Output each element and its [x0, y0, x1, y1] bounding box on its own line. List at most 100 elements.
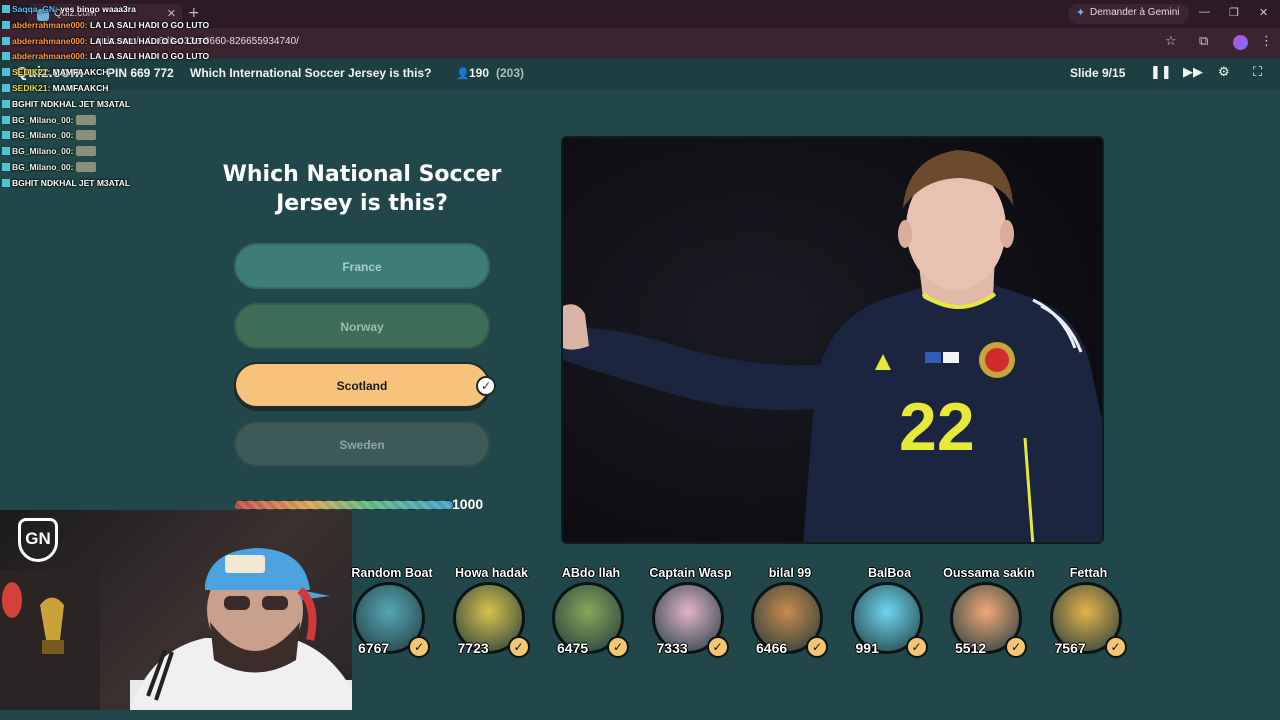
player-score: 6475 [557, 640, 589, 656]
extensions-icon[interactable]: ⧉ [1199, 34, 1208, 49]
chat-message: BG_Milano_00: [2, 128, 262, 144]
chat-badge-icon [2, 36, 10, 45]
answer-option-4[interactable]: Sweden [234, 421, 490, 467]
gemini-button[interactable]: ✦ Demander à Gemini [1068, 4, 1190, 24]
chat-badge-icon [2, 20, 10, 29]
minimize-icon[interactable]: — [1199, 6, 1210, 18]
player-card: ABdo llah 6475 ✓ [543, 566, 639, 662]
chat-username[interactable]: abderrahmane000 [12, 36, 85, 46]
chat-badge-icon [2, 83, 10, 92]
answered-check-icon: ✓ [1005, 636, 1027, 658]
chat-badge-icon [2, 147, 10, 156]
player-name: ABdo llah [561, 566, 621, 580]
profile-avatar-icon[interactable] [1233, 35, 1248, 50]
chat-text: LA LA SALI HADI O GO LUTO [89, 19, 210, 30]
player-card: Oussama sakin 5512 ✓ [941, 566, 1037, 662]
chat-username[interactable]: BG_Milano_00 [12, 146, 71, 156]
correct-check-icon: ✓ [476, 376, 496, 396]
answered-check-icon: ✓ [706, 636, 729, 658]
chat-username[interactable]: BG_Milano_00 [12, 115, 71, 125]
chat-badge-icon [2, 68, 10, 77]
player-card: BalBoa 991 ✓ [842, 566, 938, 662]
chat-username[interactable]: abderrahmane000 [12, 51, 85, 61]
answered-check-icon: ✓ [607, 636, 629, 658]
chat-badge-icon [2, 115, 10, 124]
gemini-label: Demander à Gemini [1090, 7, 1180, 18]
chat-message: SEDIK21: MAMFAAKCH [2, 65, 262, 81]
player-card: bilal 99 6466 ✓ [742, 566, 838, 662]
skip-icon[interactable]: ▶▶ [1183, 65, 1203, 80]
chat-text: MAMFAAKCH [52, 82, 109, 93]
answer-option-3-correct[interactable]: Scotland [234, 362, 490, 408]
question-image: 22 [561, 136, 1104, 544]
chat-emote-icon [75, 114, 96, 125]
chat-username[interactable]: BG_Milano_00 [12, 162, 71, 172]
close-window-icon[interactable]: ✕ [1259, 6, 1268, 19]
player-score: 5512 [955, 640, 987, 656]
player-name: Oussama sakin [943, 566, 1035, 580]
chat-text: LA LA SALI HADI O GO LUTO [89, 51, 210, 62]
chat-message: BG_Milano_00: [2, 160, 262, 176]
chat-username[interactable]: SEDIK21 [12, 83, 47, 93]
player-score: 6466 [756, 640, 788, 656]
chat-text: BGHIT NDKHAL JET M3ATAL [12, 98, 131, 109]
player-name: Random Boat [351, 566, 433, 580]
player-card: Captain Wasp 7333 ✓ [643, 566, 739, 662]
players-icon: 👤 [456, 67, 470, 80]
gemini-spark-icon: ✦ [1076, 7, 1086, 19]
chat-badge-icon [2, 162, 10, 171]
answered-check-icon: ✓ [507, 636, 530, 658]
answered-check-icon: ✓ [905, 636, 928, 658]
chat-text: BGHIT NDKHAL JET M3ATAL [12, 177, 131, 188]
restore-icon[interactable]: ❐ [1229, 6, 1239, 19]
player-name: BalBoa [867, 566, 912, 580]
streamer-logo: GN [18, 518, 58, 562]
chat-username[interactable]: abderrahmane000 [12, 20, 85, 30]
player-card: Random Boat 6767 ✓ [344, 566, 440, 662]
player-name: Howa hadak [455, 566, 528, 580]
chat-badge-icon [2, 99, 10, 108]
player-card: Howa hadak 7723 ✓ [444, 566, 540, 662]
chat-message: BG_Milano_00: [2, 144, 262, 160]
chat-message: abderrahmane000: LA LA SALI HADI O GO LU… [2, 34, 262, 50]
fullscreen-icon[interactable]: ⛶ [1253, 65, 1262, 80]
chat-badge-icon [2, 131, 10, 140]
chat-text: MAMFAAKCH [52, 67, 109, 78]
chat-badge-icon [2, 5, 10, 13]
pause-icon[interactable]: ❚❚ [1150, 65, 1172, 80]
player-name: Fettah [1069, 566, 1108, 580]
player-total: (203) [496, 66, 525, 80]
answer-option-2[interactable]: Norway [234, 303, 490, 349]
player-score: 6767 [358, 640, 390, 656]
chat-text: yes bingo waaa3ra [60, 4, 136, 14]
settings-gear-icon[interactable]: ⚙ [1218, 65, 1230, 80]
player-name: Captain Wasp [649, 566, 732, 580]
chat-message: BGHIT NDKHAL JET M3ATAL [2, 97, 262, 113]
player-score: 7723 [457, 640, 489, 656]
chat-message: BG_Milano_00: [2, 113, 262, 129]
answered-check-icon: ✓ [806, 636, 828, 658]
browser-menu-icon[interactable]: ⋮ [1260, 34, 1273, 49]
chat-username[interactable]: SEDIK21 [12, 67, 47, 77]
chat-message: abderrahmane000: LA LA SALI HADI O GO LU… [2, 49, 262, 65]
chat-message: abderrahmane000: LA LA SALI HADI O GO LU… [2, 18, 262, 34]
player-photo-illustration: 22 [563, 138, 1102, 542]
answered-check-icon: ✓ [408, 636, 430, 658]
chat-emote-icon [75, 161, 96, 172]
jersey-number: 22 [899, 389, 975, 465]
chat-badge-icon [2, 178, 10, 187]
chat-username[interactable]: Saqqa_GN [12, 4, 55, 14]
chat-badge-icon [2, 52, 10, 61]
answer-option-1[interactable]: France [234, 243, 490, 289]
chat-username[interactable]: BG_Milano_00 [12, 130, 71, 140]
slide-counter: Slide 9/15 [1070, 66, 1126, 80]
chat-message: SEDIK21: MAMFAAKCH [2, 81, 262, 97]
stream-chat-overlay: Saqqa_GN: yes bingo waaa3ra abderrahmane0… [2, 2, 262, 192]
timer-bar-stripes [234, 500, 454, 510]
chat-emote-icon [75, 146, 96, 157]
player-score: 7567 [1054, 640, 1086, 656]
answered-check-icon: ✓ [1104, 636, 1127, 658]
bookmark-star-icon[interactable]: ☆ [1165, 34, 1177, 49]
chat-emote-icon [75, 130, 96, 141]
player-count: 190 [469, 66, 490, 80]
